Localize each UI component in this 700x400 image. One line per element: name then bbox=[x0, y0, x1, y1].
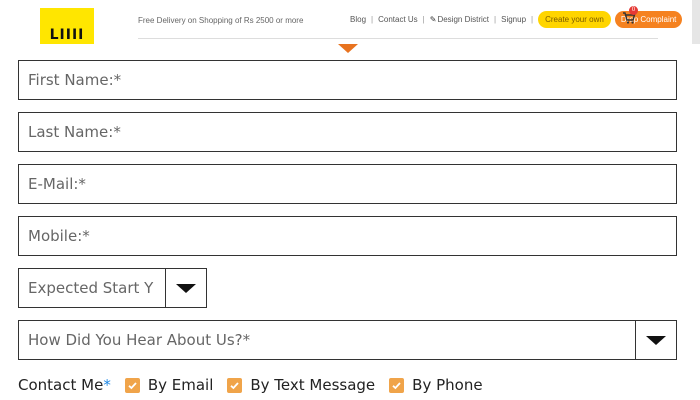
hear-about-dropdown-button[interactable] bbox=[636, 321, 676, 359]
by-text-label: By Text Message bbox=[250, 376, 376, 394]
check-icon bbox=[128, 381, 137, 389]
nav-design-district-label: Design District bbox=[437, 14, 490, 24]
last-name-field bbox=[18, 112, 677, 152]
cart-count-badge: 0 bbox=[629, 6, 638, 15]
by-text-checkbox[interactable] bbox=[227, 377, 243, 393]
email-input[interactable] bbox=[19, 165, 676, 203]
expected-start-dropdown-button[interactable] bbox=[166, 269, 206, 307]
by-email-label: By Email bbox=[147, 376, 214, 394]
contact-by-email-option[interactable]: By Email bbox=[124, 376, 214, 394]
nav-signup-link[interactable]: Signup bbox=[497, 15, 530, 24]
required-marker: * bbox=[103, 376, 111, 394]
expected-start-value: Expected Start Y bbox=[19, 269, 166, 307]
chevron-down-icon bbox=[646, 335, 666, 345]
by-phone-checkbox[interactable] bbox=[389, 377, 405, 393]
email-field bbox=[18, 164, 677, 204]
hear-about-select[interactable]: How Did You Hear About Us?* bbox=[18, 320, 677, 360]
contact-me-text: Contact Me bbox=[18, 376, 104, 394]
nav-blog-link[interactable]: Blog bbox=[346, 15, 370, 24]
pencil-icon: ✎ bbox=[429, 14, 437, 24]
last-name-input[interactable] bbox=[19, 113, 676, 151]
create-your-own-button[interactable]: Create your own bbox=[538, 10, 611, 28]
mobile-field bbox=[18, 216, 677, 256]
nav-design-district-link[interactable]: ✎Design District bbox=[426, 15, 493, 24]
logo[interactable]: LIIII bbox=[40, 8, 94, 44]
by-email-checkbox[interactable] bbox=[124, 377, 140, 393]
check-icon bbox=[230, 381, 240, 389]
site-header: LIIII Free Delivery on Shopping of Rs 25… bbox=[0, 0, 700, 53]
scrollbar[interactable] bbox=[692, 0, 700, 44]
chevron-down-icon bbox=[176, 283, 196, 293]
contact-by-text-option[interactable]: By Text Message bbox=[227, 376, 375, 394]
by-phone-label: By Phone bbox=[412, 376, 483, 394]
nav-divider: | bbox=[531, 14, 534, 24]
first-name-input[interactable] bbox=[19, 61, 676, 99]
dropdown-caret-icon[interactable] bbox=[338, 44, 358, 53]
hear-about-value: How Did You Hear About Us?* bbox=[19, 321, 636, 359]
check-icon bbox=[392, 381, 401, 389]
expected-start-select[interactable]: Expected Start Y bbox=[18, 268, 207, 308]
first-name-field bbox=[18, 60, 677, 100]
contact-preferences: Contact Me* By Email By Text Message By … bbox=[18, 373, 483, 397]
logo-text: LIIII bbox=[49, 27, 85, 43]
nav-contact-link[interactable]: Contact Us bbox=[374, 15, 422, 24]
contact-by-phone-option[interactable]: By Phone bbox=[389, 376, 483, 394]
header-divider bbox=[138, 38, 658, 39]
promo-text: Free Delivery on Shopping of Rs 2500 or … bbox=[138, 16, 304, 25]
contact-me-label: Contact Me* bbox=[18, 376, 111, 394]
mobile-input[interactable] bbox=[19, 217, 676, 255]
